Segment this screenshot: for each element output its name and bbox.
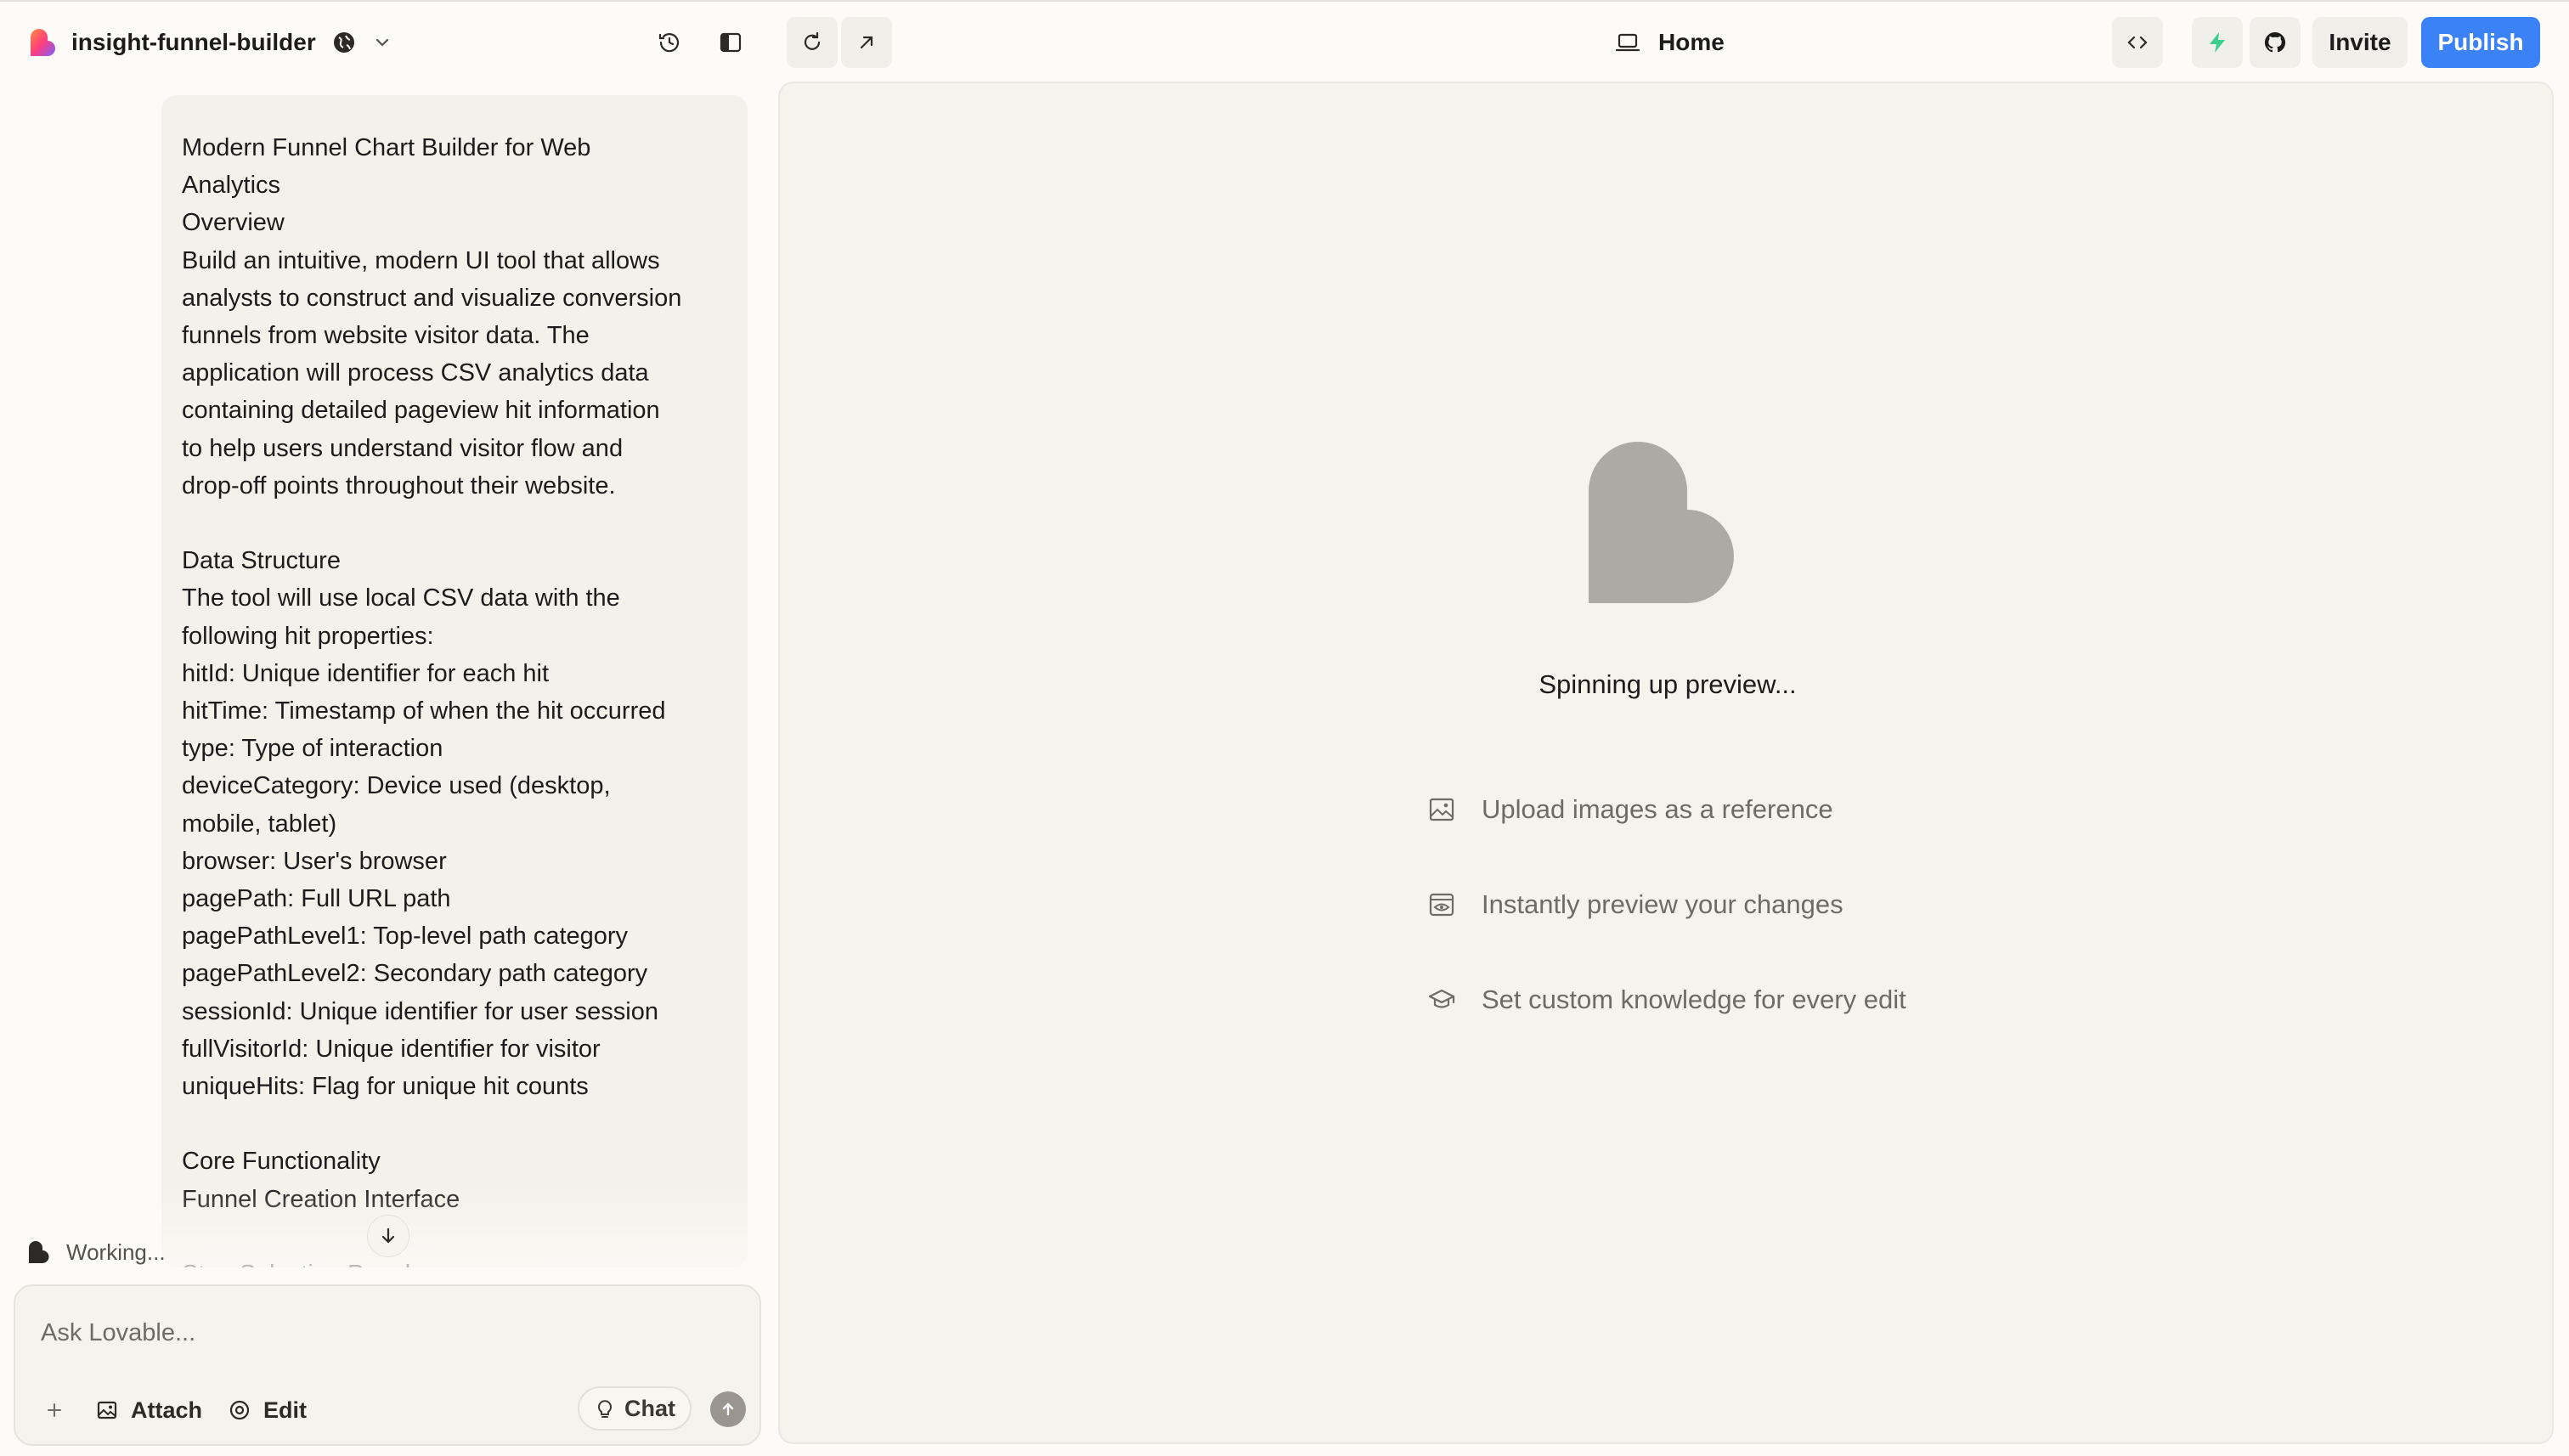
message-line: containing detailed pageview hit informa… (182, 397, 660, 425)
page-title: Home (1658, 29, 1725, 55)
message-line: Modern Funnel Chart Builder for Web (182, 134, 591, 161)
project-name: insight-funnel-builder (71, 29, 316, 55)
attach-button[interactable]: Attach (95, 1391, 202, 1429)
message-line: browser: User's browser (182, 847, 447, 875)
message-line: hitTime: Timestamp of when the hit occur… (182, 697, 666, 725)
refresh-preview-button[interactable] (787, 17, 838, 68)
message-line: application will process CSV analytics d… (182, 359, 649, 387)
image-icon (97, 1401, 117, 1419)
sidebar-panel-icon (720, 32, 742, 53)
globe-icon[interactable] (331, 30, 357, 55)
github-button[interactable] (2250, 17, 2301, 68)
message-line: pagePathLevel1: Top-level path category (182, 923, 629, 951)
arrow-up-icon (722, 1402, 734, 1416)
page-route-selector[interactable]: Home (1614, 20, 1725, 65)
message-line: sessionId: Unique identifier for user se… (182, 997, 658, 1025)
github-icon (2264, 31, 2286, 53)
message-line: uniqueHits: Flag for unique hit counts (182, 1073, 589, 1101)
chat-mode-label: Chat (624, 1395, 675, 1421)
code-icon (2127, 36, 2148, 49)
supabase-button[interactable] (2192, 17, 2243, 68)
target-icon (229, 1400, 250, 1420)
history-icon (658, 33, 680, 53)
message-line: hitId: Unique identifier for each hit (182, 659, 550, 687)
preview-panel: Spinning up preview... Upload images as … (778, 82, 2554, 1444)
code-view-button[interactable] (2112, 17, 2163, 68)
edit-label: Edit (263, 1397, 307, 1423)
tip-instant-preview: Instantly preview your changes (1427, 883, 1843, 926)
laptop-icon (1615, 33, 1640, 52)
invite-button[interactable]: Invite (2312, 17, 2408, 68)
message-line: drop-off points throughout their website… (182, 471, 616, 499)
arrow-up-right-icon (860, 36, 873, 49)
image-icon (1429, 798, 1454, 821)
tip-label: Instantly preview your changes (1482, 889, 1843, 919)
lightbulb-icon (598, 1400, 612, 1418)
message-line: Data Structure (182, 547, 341, 575)
toggle-sidebar-button[interactable] (705, 17, 756, 68)
eye-icon (1429, 893, 1454, 917)
top-bar: insight-funnel-builder Home Invite Publi… (0, 0, 2569, 80)
chat-panel: Modern Funnel Chart Builder for Web Analy… (0, 80, 773, 1456)
project-switcher[interactable]: insight-funnel-builder (25, 22, 392, 63)
lovable-heart-icon (29, 1241, 49, 1263)
preview-status: Spinning up preview... (1539, 669, 1797, 699)
working-indicator: Working... (25, 1233, 166, 1271)
open-in-new-tab-button[interactable] (841, 17, 892, 68)
send-button[interactable] (710, 1391, 746, 1427)
add-button[interactable] (39, 1395, 70, 1425)
message-line: deviceCategory: Device used (desktop, (182, 772, 611, 800)
publish-button[interactable]: Publish (2421, 17, 2540, 68)
message-line: pagePath: Full URL path (182, 885, 451, 913)
scroll-to-bottom-button[interactable] (367, 1215, 409, 1257)
tip-custom-knowledge: Set custom knowledge for every edit (1427, 979, 1906, 1021)
message-line: analysts to construct and visualize conv… (182, 284, 682, 312)
message-line: Core Functionality (182, 1148, 381, 1176)
message-line: fullVisitorId: Unique identifier for vis… (182, 1035, 601, 1063)
lovable-logo-icon (31, 29, 55, 56)
user-message-bubble: Modern Funnel Chart Builder for Web Analy… (161, 95, 748, 1267)
chat-input[interactable] (41, 1312, 720, 1354)
lovable-placeholder-logo-icon (1589, 442, 1734, 603)
tip-label: Set custom knowledge for every edit (1482, 985, 1906, 1014)
working-label: Working... (66, 1239, 166, 1265)
message-line: Build an intuitive, modern UI tool that … (182, 246, 660, 274)
message-line: following hit properties: (182, 622, 434, 650)
message-line: pagePathLevel2: Secondary path category (182, 960, 648, 988)
attach-label: Attach (131, 1397, 203, 1423)
chevron-down-icon[interactable] (372, 32, 392, 53)
tip-upload-images: Upload images as a reference (1427, 788, 1833, 831)
tip-label: Upload images as a reference (1482, 794, 1833, 824)
lightning-bolt-icon (2210, 32, 2225, 53)
message-line: to help users understand visitor flow an… (182, 434, 624, 462)
message-line: type: Type of interaction (182, 735, 443, 763)
history-button[interactable] (644, 17, 695, 68)
chat-mode-toggle[interactable]: Chat (578, 1386, 692, 1431)
refresh-icon (804, 31, 821, 50)
plus-icon (48, 1403, 61, 1417)
message-line: mobile, tablet) (182, 810, 337, 838)
graduation-cap-icon (1428, 989, 1455, 1008)
message-line: The tool will use local CSV data with th… (182, 584, 620, 612)
arrow-down-icon (381, 1227, 395, 1244)
message-line: Analytics (182, 172, 281, 200)
message-line: funnels from website visitor data. The (182, 322, 590, 350)
edit-button[interactable]: Edit (228, 1391, 307, 1429)
message-composer: Attach Edit Chat (14, 1284, 761, 1446)
message-line: Overview (182, 209, 285, 237)
